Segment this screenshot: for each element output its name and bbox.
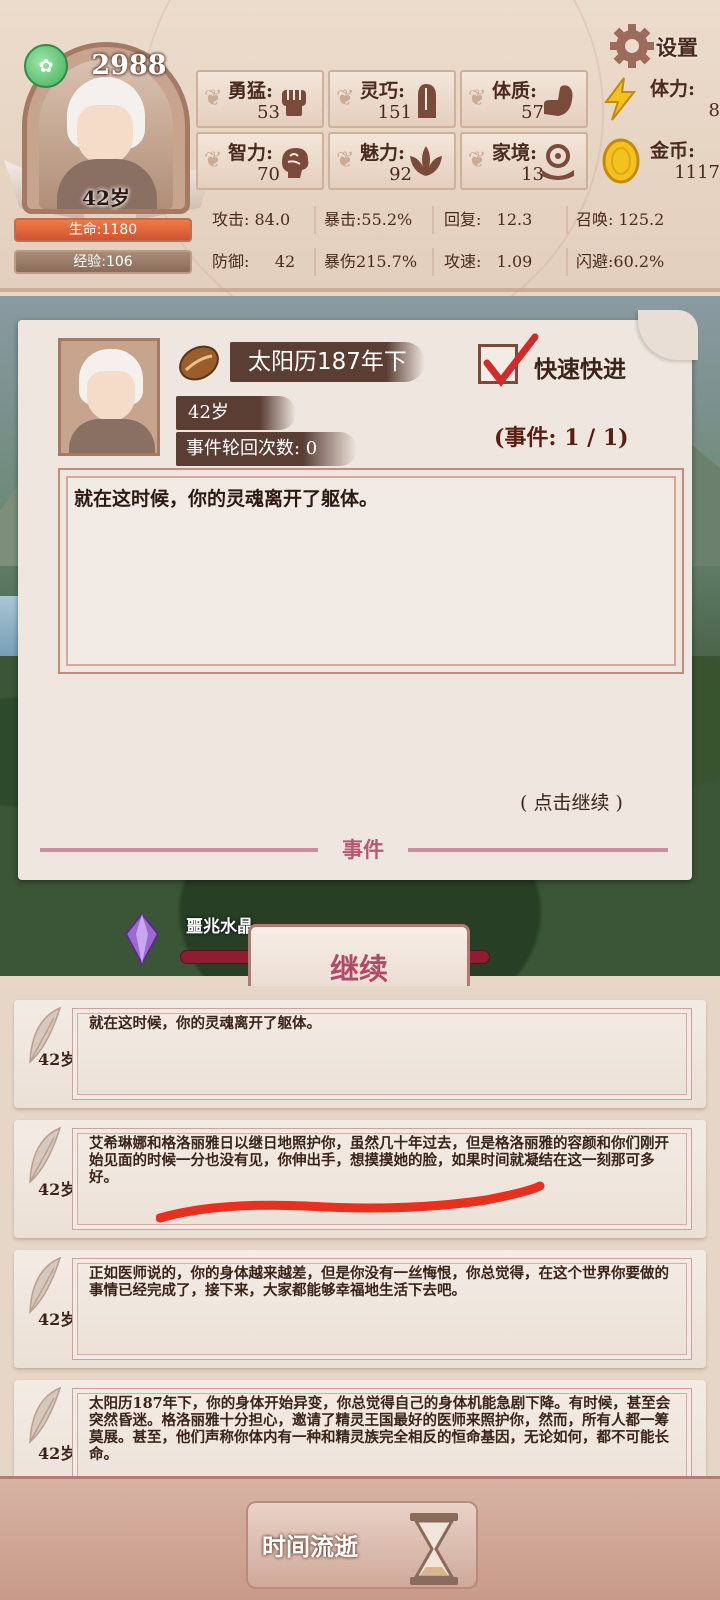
stat-card-agility[interactable]: ❦ 灵巧: 151 bbox=[328, 70, 456, 128]
event-cycle-count: 事件轮回次数: 0 bbox=[176, 432, 358, 466]
event-age: 42岁 bbox=[176, 396, 296, 430]
event-footer-label: 事件 bbox=[318, 832, 408, 868]
stat-value: 92 bbox=[389, 164, 412, 185]
stat-label: 魅力: bbox=[360, 142, 406, 164]
stat-card-charm[interactable]: ❦ 魅力: 92 bbox=[328, 132, 456, 190]
coin-hand-icon bbox=[542, 144, 574, 180]
time-passes-label: 时间流逝 bbox=[262, 1532, 358, 1561]
stamina-label: 体力: bbox=[650, 78, 696, 100]
log-entry: 42岁 太阳历187年下，你的身体开始异变，你总觉得自己的身体机能急剧下降。有时… bbox=[14, 1380, 706, 1476]
checkmark-icon bbox=[483, 333, 539, 387]
combat-stats-row-2: 防御: 42 暴伤215.7% 攻速: 1.09 闪避:60.2% bbox=[200, 244, 712, 280]
stat-value: 151 bbox=[377, 102, 412, 123]
gold-label: 金币: bbox=[650, 140, 696, 162]
log-text: 正如医师说的，你的身体越来越差，但是你没有一丝悔恨，你总觉得，在这个世界你要做的… bbox=[89, 1265, 669, 1299]
event-log[interactable]: 42岁 就在这时候，你的灵魂离开了躯体。 42岁 艾希琳娜和格洛丽雅日以继日地照… bbox=[0, 986, 720, 1476]
flourish-icon: ❦ bbox=[204, 86, 223, 111]
gear-icon bbox=[610, 24, 654, 68]
red-annotation-stroke bbox=[156, 1181, 545, 1223]
stat-label: 勇猛: bbox=[228, 80, 274, 102]
event-date: 太阳历187年下 bbox=[230, 342, 425, 382]
stat-value: 57 bbox=[521, 102, 544, 123]
exp-bar: 经验:106 bbox=[14, 250, 192, 274]
settings-label: 设置 bbox=[656, 35, 698, 60]
lotus-icon bbox=[410, 146, 442, 176]
character-age: 42岁 bbox=[82, 186, 130, 210]
hand-icon bbox=[418, 84, 436, 118]
stat-card-constitution[interactable]: ❦ 体质: 57 bbox=[460, 70, 588, 128]
tap-continue-hint[interactable]: ( 点击继续 ) bbox=[520, 788, 623, 815]
event-panel[interactable]: 太阳历187年下 42岁 事件轮回次数: 0 快速快进 (事件: 1 / 1) … bbox=[18, 310, 698, 880]
status-hud: ✿ 2988 42岁 生命:1180 经验:106 设置 ❦ 勇猛: 53 ❦ … bbox=[0, 0, 720, 344]
stat-card-family[interactable]: ❦ 家境: 13 bbox=[460, 132, 588, 190]
stat-card-bravery[interactable]: ❦ 勇猛: 53 bbox=[196, 70, 324, 128]
stamina-display: 体力: 8 bbox=[598, 70, 720, 128]
event-counter: (事件: 1 / 1) bbox=[494, 425, 629, 451]
dodge-stat: 闪避:60.2% bbox=[576, 252, 665, 271]
attack-speed-stat: 攻速: 1.09 bbox=[444, 252, 533, 271]
flourish-icon: ❦ bbox=[336, 148, 355, 173]
flourish-icon: ❦ bbox=[336, 86, 355, 111]
stat-label: 灵巧: bbox=[360, 80, 406, 102]
stat-label: 体质: bbox=[492, 80, 538, 102]
crit-rate-stat: 暴击:55.2% bbox=[324, 210, 413, 229]
fast-forward-checkbox[interactable] bbox=[478, 333, 539, 387]
summon-stat: 召唤: 125.2 bbox=[576, 210, 665, 229]
spirit-points: 2988 bbox=[91, 50, 167, 81]
event-portrait bbox=[58, 338, 160, 456]
event-text: 就在这时候，你的灵魂离开了躯体。 bbox=[74, 488, 379, 510]
time-passes-button[interactable]: 时间流逝 bbox=[246, 1501, 478, 1589]
spirit-sprout-icon: ✿ bbox=[24, 44, 68, 88]
fist-icon bbox=[282, 90, 306, 116]
crit-damage-stat: 暴伤215.7% bbox=[324, 252, 418, 271]
crystal-icon bbox=[124, 912, 160, 966]
omen-crystal-label: 噩兆水晶 bbox=[186, 917, 254, 937]
arm-icon bbox=[544, 85, 573, 116]
combat-stats-row-1: 攻击: 84.0 暴击:55.2% 回复: 12.3 召唤: 125.2 bbox=[200, 202, 712, 238]
fast-forward-label: 快速快进 bbox=[534, 356, 626, 383]
log-entry: 42岁 就在这时候，你的灵魂离开了躯体。 bbox=[14, 1000, 706, 1108]
stamina-value: 8 bbox=[708, 100, 720, 121]
attack-stat: 攻击: 84.0 bbox=[212, 210, 291, 229]
flourish-icon: ❦ bbox=[468, 148, 487, 173]
flourish-icon: ❦ bbox=[468, 86, 487, 111]
log-text: 太阳历187年下，你的身体开始异变，你总觉得自己的身体机能急剧下降。有时候，甚至… bbox=[89, 1395, 671, 1463]
hourglass-icon bbox=[410, 1513, 458, 1585]
brain-icon bbox=[282, 148, 309, 178]
regen-stat: 回复: 12.3 bbox=[444, 210, 533, 229]
log-entry: 42岁 正如医师说的，你的身体越来越差，但是你没有一丝悔恨，你总觉得，在这个世界… bbox=[14, 1250, 706, 1368]
stat-label: 家境: bbox=[492, 142, 538, 164]
stat-value: 70 bbox=[257, 164, 280, 185]
flourish-icon: ❦ bbox=[204, 148, 223, 173]
log-text: 就在这时候，你的灵魂离开了躯体。 bbox=[89, 1015, 321, 1032]
hp-bar: 生命:1180 bbox=[14, 218, 192, 242]
gold-display: 金币: 1117 bbox=[598, 132, 720, 190]
settings-button[interactable]: 设置 bbox=[608, 22, 714, 70]
seed-icon bbox=[179, 345, 219, 381]
defense-stat: 防御: 42 bbox=[212, 252, 296, 271]
bottom-bar: 时间流逝 bbox=[0, 1476, 720, 1600]
stat-value: 53 bbox=[257, 102, 280, 123]
stat-label: 智力: bbox=[228, 142, 274, 164]
stat-value: 13 bbox=[521, 164, 544, 185]
event-text-box: 就在这时候，你的灵魂离开了躯体。 bbox=[58, 468, 684, 674]
gold-value: 1117 bbox=[674, 162, 720, 183]
stat-card-intelligence[interactable]: ❦ 智力: 70 bbox=[196, 132, 324, 190]
